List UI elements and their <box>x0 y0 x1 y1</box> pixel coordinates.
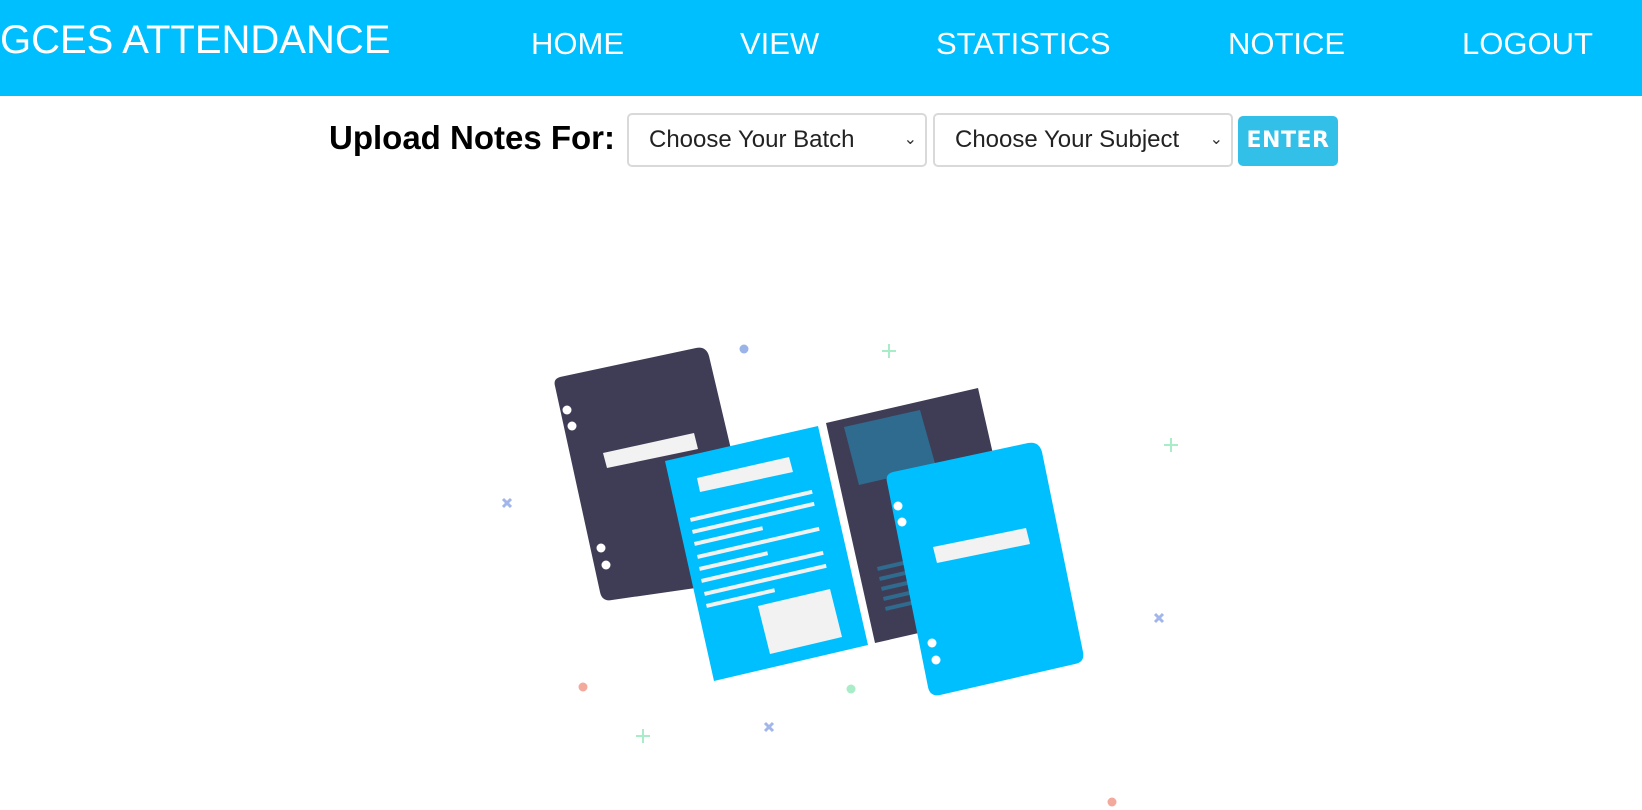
decor-cross <box>763 721 775 733</box>
decor-dot <box>739 344 749 354</box>
decor-cross <box>1153 612 1165 624</box>
decor-plus <box>636 729 650 743</box>
decor-plus <box>882 344 896 358</box>
decor-cross <box>501 497 513 509</box>
decor-plus <box>1164 438 1178 452</box>
blue-folder-right <box>886 442 1084 696</box>
decor-dot <box>578 682 588 692</box>
decor-dot <box>846 684 856 694</box>
decor-dot <box>1107 797 1117 807</box>
documents-illustration <box>501 344 1178 807</box>
